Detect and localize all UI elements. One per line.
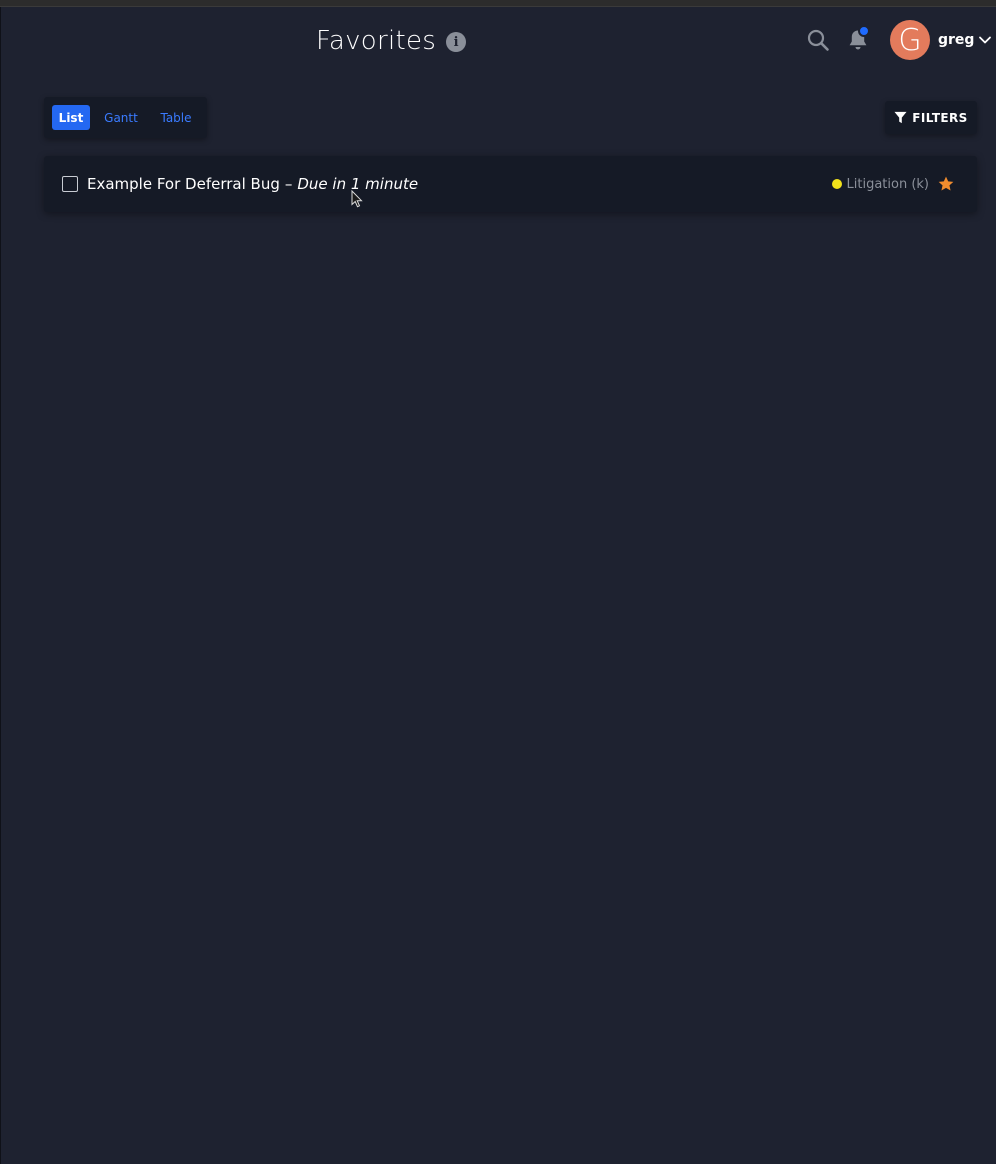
filters-label: FILTERS xyxy=(912,110,968,125)
chevron-down-icon xyxy=(979,36,992,44)
filters-button[interactable]: FILTERS xyxy=(885,101,977,134)
task-checkbox[interactable] xyxy=(62,176,78,192)
view-switcher: List Gantt Table xyxy=(44,97,207,138)
window-top-strip xyxy=(0,0,996,7)
task-meta: Litigation (k) xyxy=(831,174,956,194)
filter-icon xyxy=(894,111,907,124)
task-row[interactable]: Example For Deferral Bug – Due in 1 minu… xyxy=(44,156,977,212)
project-color-dot xyxy=(831,179,842,189)
tab-list[interactable]: List xyxy=(52,105,90,130)
notification-badge xyxy=(858,25,870,37)
page-title: Favorites xyxy=(316,26,437,56)
star-icon[interactable] xyxy=(937,175,955,193)
user-name: greg xyxy=(938,32,975,48)
notifications-button[interactable] xyxy=(846,25,872,52)
task-title[interactable]: Example For Deferral Bug xyxy=(87,175,280,193)
task-due-date: Due in 1 minute xyxy=(297,175,419,193)
task-separator: – xyxy=(284,175,293,193)
user-menu[interactable]: greg xyxy=(938,30,992,50)
tab-gantt[interactable]: Gantt xyxy=(100,105,142,130)
page-header: Favorites i xyxy=(316,22,467,60)
window-left-edge xyxy=(0,7,1,1164)
tab-table[interactable]: Table xyxy=(154,105,198,130)
search-icon[interactable] xyxy=(806,28,830,52)
project-label[interactable]: Litigation (k) xyxy=(847,177,930,192)
avatar[interactable]: G xyxy=(890,20,930,60)
task-text: Example For Deferral Bug – Due in 1 minu… xyxy=(87,174,418,194)
info-circle-icon[interactable]: i xyxy=(446,32,467,52)
